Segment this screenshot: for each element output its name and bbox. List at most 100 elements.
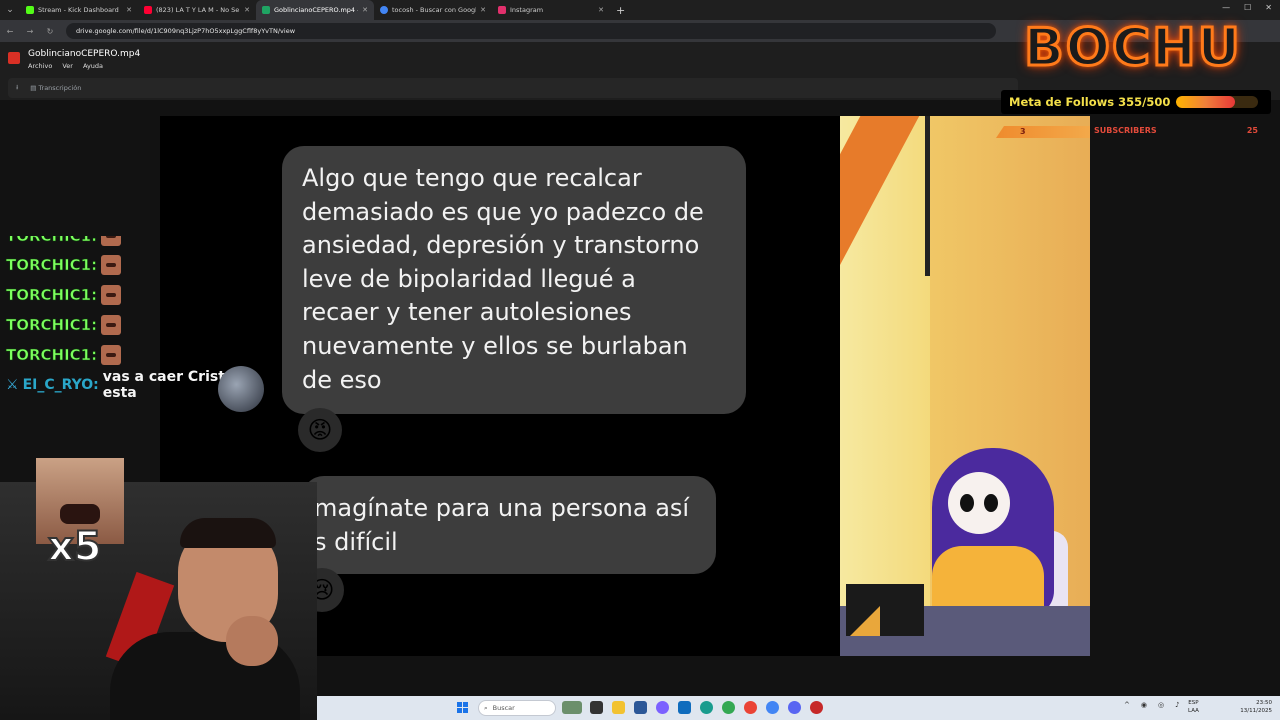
widgets-icon[interactable] (562, 701, 582, 714)
chat-username: EI_C_RYO: (22, 377, 99, 393)
art-orange-stripe (840, 116, 920, 381)
follow-goal-label: Meta de Follows (1009, 95, 1115, 109)
follow-goal-value: 355/500 (1118, 95, 1171, 109)
obs-icon[interactable] (810, 701, 823, 714)
chat-message: TORCHIC1: (6, 310, 266, 340)
close-tab-icon[interactable]: ✕ (244, 6, 250, 14)
chat-bubble-message-1: Algo que tengo que recalcar demasiado es… (282, 146, 746, 414)
follow-goal-widget: Meta de Follows 355/500 (1001, 90, 1271, 114)
edge-icon[interactable] (700, 701, 713, 714)
outlook-icon[interactable] (678, 701, 691, 714)
follow-goal-fill (1176, 96, 1235, 108)
new-tab-button[interactable]: + (616, 4, 625, 17)
torchic-emote-icon (101, 236, 122, 246)
lang-layout: LAA (1188, 708, 1199, 714)
video-file-icon (8, 52, 20, 64)
taskbar-search[interactable]: ⌕ Buscar (478, 700, 556, 716)
menu-archivo[interactable]: Archivo (28, 62, 52, 70)
taskbar-clock[interactable]: 23:50 13/11/2025 (1236, 699, 1272, 715)
tab-label: Stream - Kick Dashboard (38, 6, 119, 14)
torchic-emote-icon (101, 285, 122, 305)
bochu-logo: BOCHU (1023, 17, 1242, 80)
forward-arrow-icon[interactable]: → (20, 27, 40, 36)
viewer-toolbar: ⭳ ▤ Transcripción (8, 78, 1018, 98)
browser-tab-youtube[interactable]: (823) LA T Y LA M - No Se Va ✕ (138, 0, 256, 20)
message-line: nuevamente y ellos se burlaban (302, 331, 688, 360)
message-line: s difícil (314, 527, 398, 556)
browser-tab-instagram[interactable]: Instagram ✕ (492, 0, 610, 20)
tab-search-icon[interactable]: ⌄ (0, 0, 20, 20)
tab-label: Instagram (510, 6, 544, 14)
browser-tab-google[interactable]: tocosh - Buscar con Google ✕ (374, 0, 492, 20)
chat-username: TORCHIC1: (6, 346, 98, 365)
menu-ver[interactable]: Ver (62, 62, 73, 70)
url-field[interactable]: drive.google.com/file/d/1lC909nq3LjzP7hO… (66, 23, 996, 39)
copilot-icon[interactable] (656, 701, 669, 714)
message-line: ansiedad, depresión y transtorno (302, 231, 700, 260)
close-tab-icon[interactable]: ✕ (126, 6, 132, 14)
chrome-profile-2-icon[interactable] (766, 701, 779, 714)
art-girl-face (948, 472, 1010, 534)
streamer-hair (180, 518, 276, 548)
window-controls: — ☐ ✕ (1222, 3, 1272, 12)
browser-tab-kick[interactable]: Stream - Kick Dashboard ✕ (20, 0, 138, 20)
chrome-profile-icon[interactable] (744, 701, 757, 714)
anime-artwork (840, 116, 1090, 656)
art-dark-line (925, 116, 930, 276)
file-menu-bar: Archivo Ver Ayuda (28, 62, 103, 70)
chat-message: TORCHIC1: (6, 340, 266, 370)
browser-tab-drive[interactable]: GoblincianoCEPERO.mp4 - Goo ✕ (256, 0, 374, 20)
chat-bubble-message-2: magínate para una persona así s difícil (302, 476, 716, 574)
clock-date: 13/11/2025 (1240, 708, 1272, 714)
maximize-icon[interactable]: ☐ (1244, 3, 1251, 12)
tab-label: GoblincianoCEPERO.mp4 - Goo (274, 6, 358, 14)
tray-app-icon[interactable]: ◉ (1141, 701, 1147, 709)
combo-multiplier: x5 (47, 523, 103, 571)
art-girl-eye (984, 494, 998, 512)
laughing-mouth (60, 504, 100, 524)
youtube-favicon-icon (144, 6, 152, 14)
close-tab-icon[interactable]: ✕ (598, 6, 604, 14)
tray-app-2-icon[interactable]: ◎ (1158, 701, 1164, 709)
clock-time: 23:50 (1256, 700, 1272, 706)
chat-username: TORCHIC1: (6, 316, 98, 335)
download-icon[interactable]: ⭳ (16, 83, 18, 94)
transcript-button[interactable]: ▤ Transcripción (30, 84, 81, 92)
task-view-icon[interactable] (590, 701, 603, 714)
close-tab-icon[interactable]: ✕ (362, 6, 368, 14)
minimize-icon[interactable]: — (1222, 3, 1230, 12)
store-icon[interactable] (634, 701, 647, 714)
tray-overflow-icon[interactable]: ^ (1124, 701, 1130, 709)
search-icon: ⌕ (484, 703, 488, 712)
system-tray: ^ ◉ ◎ ♪ (1124, 701, 1180, 709)
chat-username: TORCHIC1: (6, 286, 98, 305)
subscribers-label: SUBSCRIBERS (1094, 126, 1157, 135)
follow-goal-bar (1176, 96, 1259, 108)
google-favicon-icon (380, 6, 388, 14)
torchic-emote-icon (101, 345, 122, 365)
menu-ayuda[interactable]: Ayuda (83, 62, 103, 70)
screen: ⌄ Stream - Kick Dashboard ✕ (823) LA T Y… (0, 0, 1280, 720)
chat-message: TORCHIC1: (6, 250, 266, 280)
message-line: leve de bipolaridad llegué a (302, 264, 636, 293)
language-indicator[interactable]: ESP LAA (1188, 699, 1199, 715)
chrome-icon[interactable] (722, 701, 735, 714)
art-triangle (850, 606, 880, 636)
file-explorer-icon[interactable] (612, 701, 625, 714)
chat-message: TORCHIC1: (6, 236, 266, 250)
kick-favicon-icon (26, 6, 34, 14)
subscribers-current: 3 (1020, 127, 1026, 136)
microphone-icon[interactable]: ♪ (1175, 701, 1179, 709)
reload-icon[interactable]: ↻ (40, 27, 60, 36)
streamer-hand (226, 616, 278, 666)
message-line: recaer y tener autolesiones (302, 298, 632, 327)
instagram-favicon-icon (498, 6, 506, 14)
discord-icon[interactable] (788, 701, 801, 714)
windows-start-icon[interactable] (457, 702, 469, 714)
subscribers-count: 25 (1246, 126, 1258, 135)
close-tab-icon[interactable]: ✕ (480, 6, 486, 14)
torchic-emote-icon (101, 255, 122, 275)
close-window-icon[interactable]: ✕ (1265, 3, 1272, 12)
back-arrow-icon[interactable]: ← (0, 27, 20, 36)
browser-tab-strip: ⌄ Stream - Kick Dashboard ✕ (823) LA T Y… (0, 0, 1280, 20)
